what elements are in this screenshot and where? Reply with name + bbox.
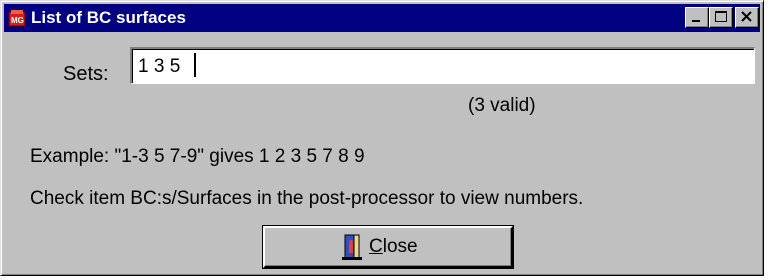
close-label-rest: lose	[382, 236, 418, 257]
title-bar[interactable]: MG List of BC surfaces	[4, 4, 760, 32]
valid-count-status: (3 valid)	[468, 95, 536, 116]
close-button[interactable]: Close	[263, 226, 513, 268]
door-exit-icon	[342, 234, 362, 260]
window-title: List of BC surfaces	[31, 8, 186, 27]
svg-text:MG: MG	[11, 16, 24, 25]
app-icon[interactable]: MG	[8, 9, 26, 27]
hint-text: Check item BC:s/Surfaces in the post-pro…	[30, 188, 584, 209]
close-mnemonic: C	[369, 236, 383, 257]
title-close-button[interactable]	[735, 7, 759, 28]
close-x-icon	[741, 11, 752, 22]
sets-label: Sets:	[63, 63, 109, 85]
minimize-icon	[692, 20, 700, 22]
maximize-icon	[715, 11, 727, 22]
close-button-label: Close	[369, 236, 418, 258]
text-caret	[194, 53, 196, 77]
dialog-window: MG List of BC surfaces Sets: (3 valid) E…	[0, 0, 764, 276]
maximize-button[interactable]	[709, 7, 733, 28]
example-text: Example: "1-3 5 7-9" gives 1 2 3 5 7 8 9	[30, 146, 365, 167]
minimize-button[interactable]	[685, 7, 709, 28]
sets-input[interactable]	[130, 47, 755, 84]
